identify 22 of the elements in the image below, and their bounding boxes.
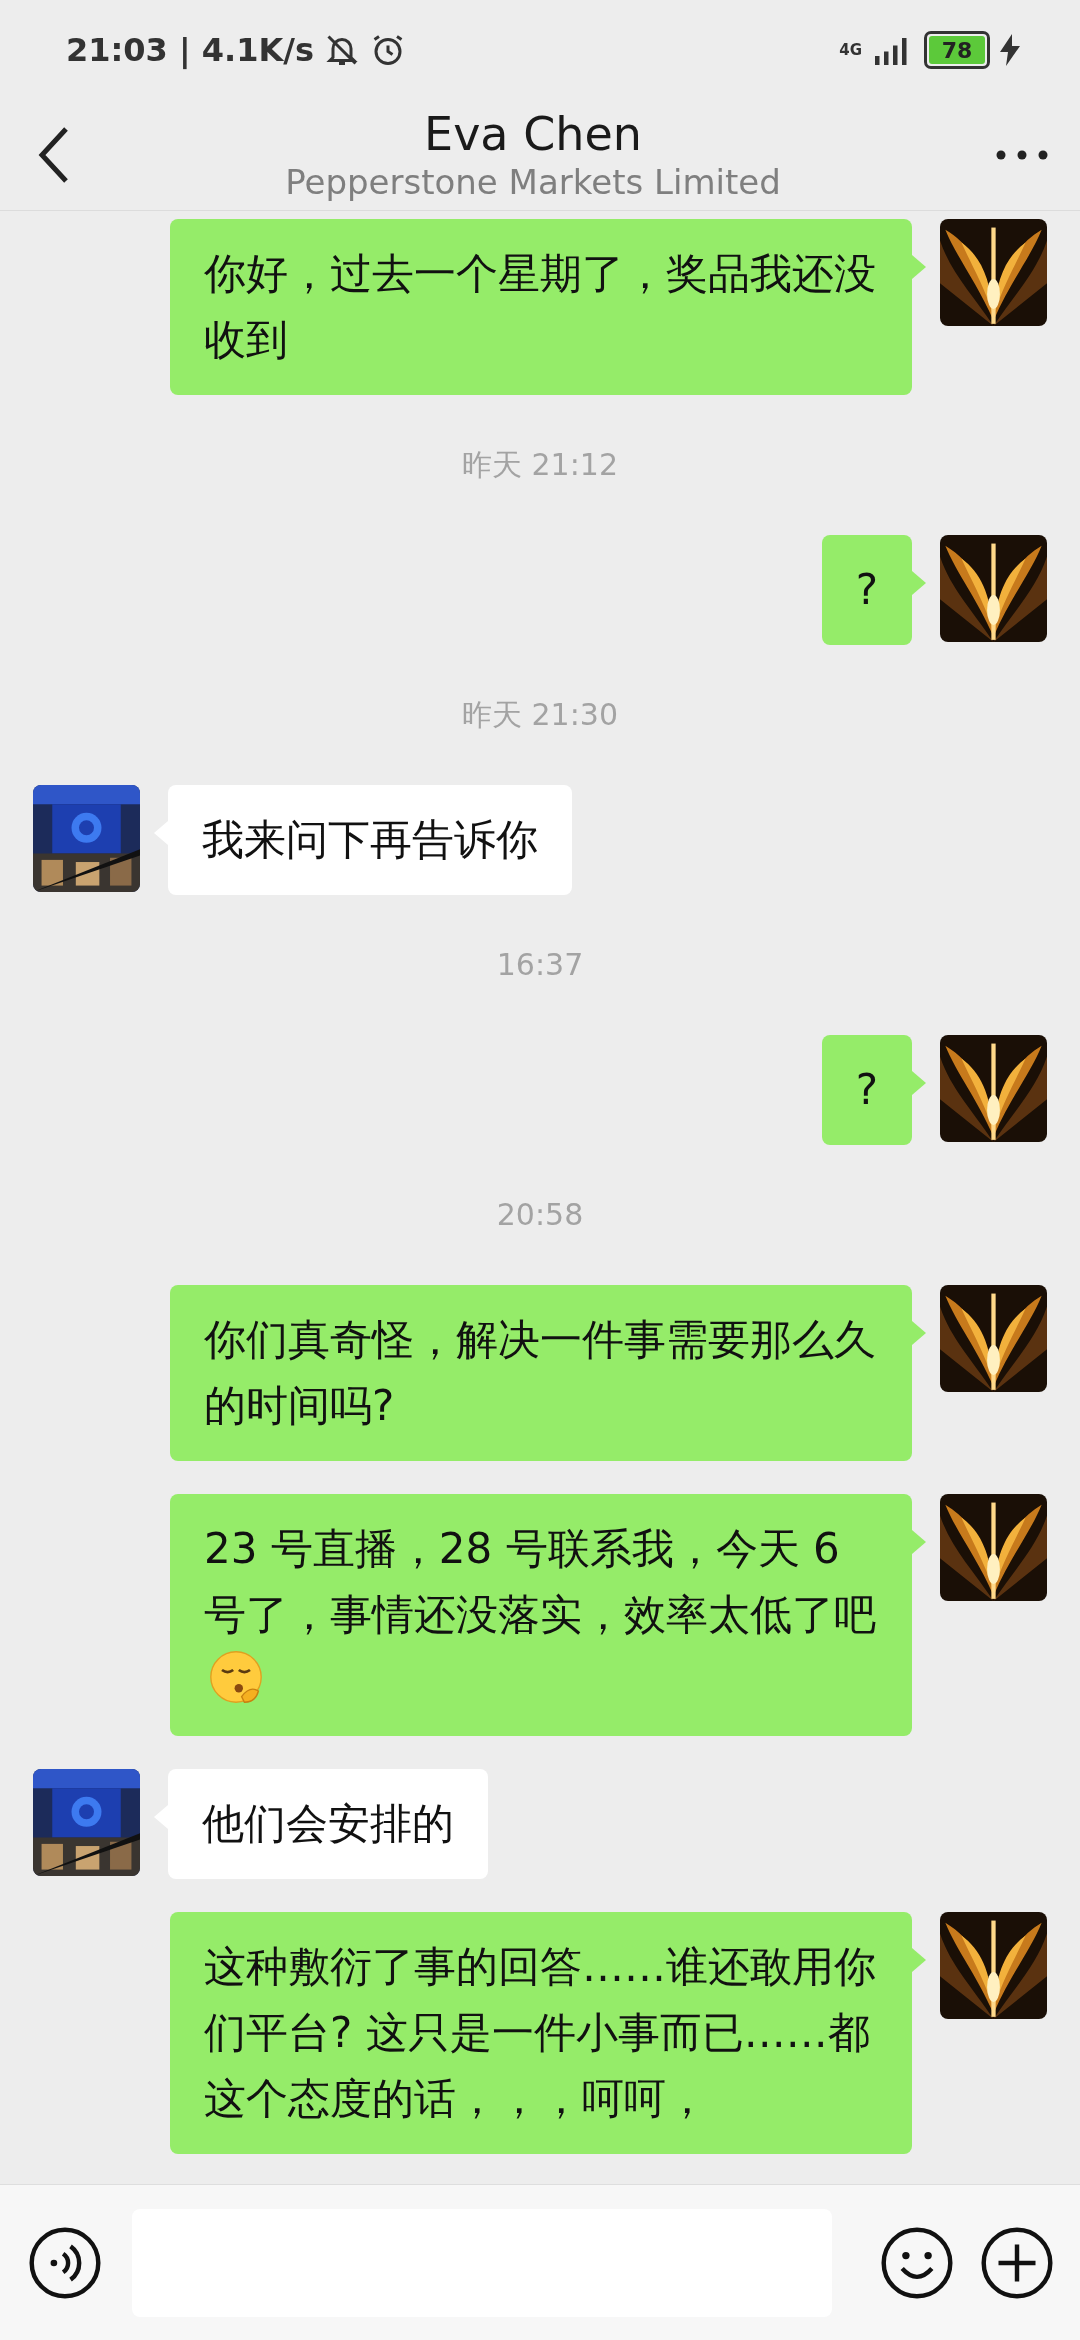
voice-icon[interactable] bbox=[28, 2225, 102, 2300]
timestamp: 16:37 bbox=[496, 946, 584, 984]
charging-icon bbox=[1000, 34, 1020, 66]
message-text: 23 号直播，28 号联系我，今天 6 号了，事情还没落实，效率太低了吧 bbox=[204, 1524, 876, 1639]
battery-level: 78 bbox=[941, 37, 973, 63]
message-text: 他们会安排的 bbox=[202, 1799, 454, 1848]
message-text: 你好，过去一个星期了，奖品我还没收到 bbox=[204, 249, 876, 364]
message-text: 我来问下再告诉你 bbox=[202, 815, 538, 864]
emoji-icon[interactable] bbox=[880, 2225, 954, 2300]
timestamp: 20:58 bbox=[496, 1196, 584, 1234]
plus-icon[interactable] bbox=[980, 2225, 1054, 2300]
status-time: 21:03 | 4.1K/s bbox=[66, 31, 315, 69]
message-text: 这种敷衍了事的回答……谁还敢用你们平台? 这只是一件小事而已……都这个态度的话，，，呵呵， bbox=[204, 1942, 876, 2123]
chat-title: Eva Chen bbox=[424, 107, 642, 163]
chat-subtitle: Pepperstone Markets Limited bbox=[285, 162, 781, 203]
more-icon[interactable] bbox=[994, 148, 1050, 162]
message-text: ? bbox=[855, 565, 878, 614]
timestamp: 昨天 21:30 bbox=[462, 696, 618, 734]
timestamp: 昨天 21:12 bbox=[462, 446, 618, 484]
message-text: ? bbox=[855, 1065, 878, 1114]
message-text: 你们真奇怪，解决一件事需要那么久的时间吗? bbox=[204, 1315, 876, 1430]
network-label: 4G bbox=[839, 41, 862, 59]
